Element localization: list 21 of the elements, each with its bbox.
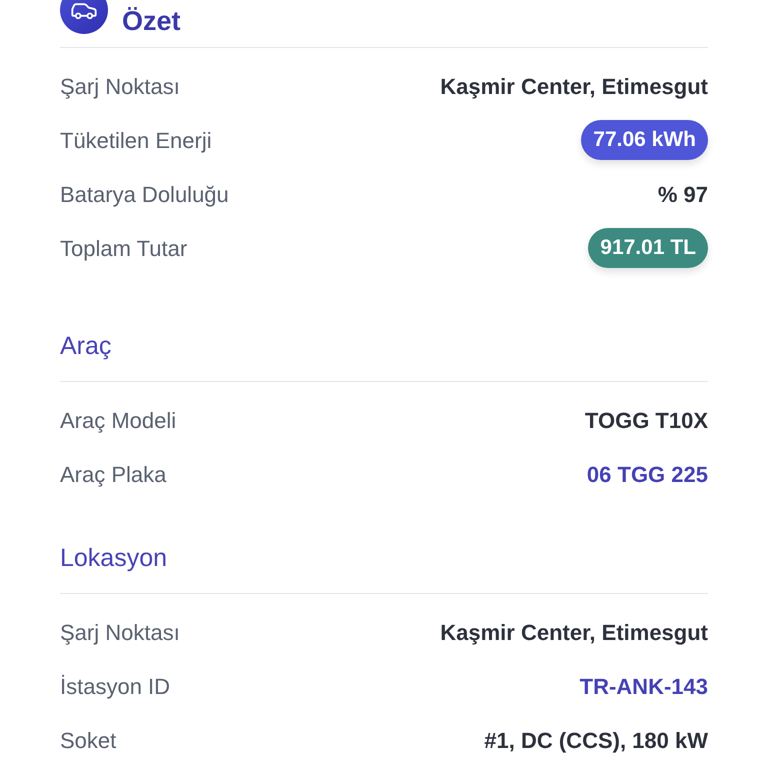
section-title: Araç (60, 331, 112, 362)
value-badge: 77.06 kWh (581, 120, 708, 160)
row-value: TOGG T10X (584, 406, 708, 434)
section-title: Lokasyon (60, 543, 168, 574)
row-label: Toplam Tutar (60, 234, 188, 263)
row-label: İstasyon ID (60, 672, 170, 701)
summary-title: Özet (122, 4, 181, 38)
row-value: Kaşmir Center, Etimesgut (440, 72, 708, 101)
row-label: Tüketilen Enerji (60, 126, 212, 155)
row-label: Şarj Noktası (60, 72, 180, 101)
row-value: 06 TGG 225 (586, 460, 708, 488)
row-value: #1, DC (CCS), 180 kW (484, 726, 708, 755)
row-value: TR-ANK-143 (580, 672, 708, 700)
row-label: Araç Plaka (60, 460, 166, 489)
row-label: Batarya Doluluğu (60, 180, 229, 209)
row-value: Kaşmir Center, Etimesgut (440, 618, 708, 647)
row-label: Araç Modeli (60, 406, 176, 435)
row-label: Soket (60, 726, 116, 754)
value-badge: 917.01 TL (588, 228, 708, 268)
row-value: % 97 (658, 180, 708, 208)
row-label: Şarj Noktası (60, 618, 180, 647)
